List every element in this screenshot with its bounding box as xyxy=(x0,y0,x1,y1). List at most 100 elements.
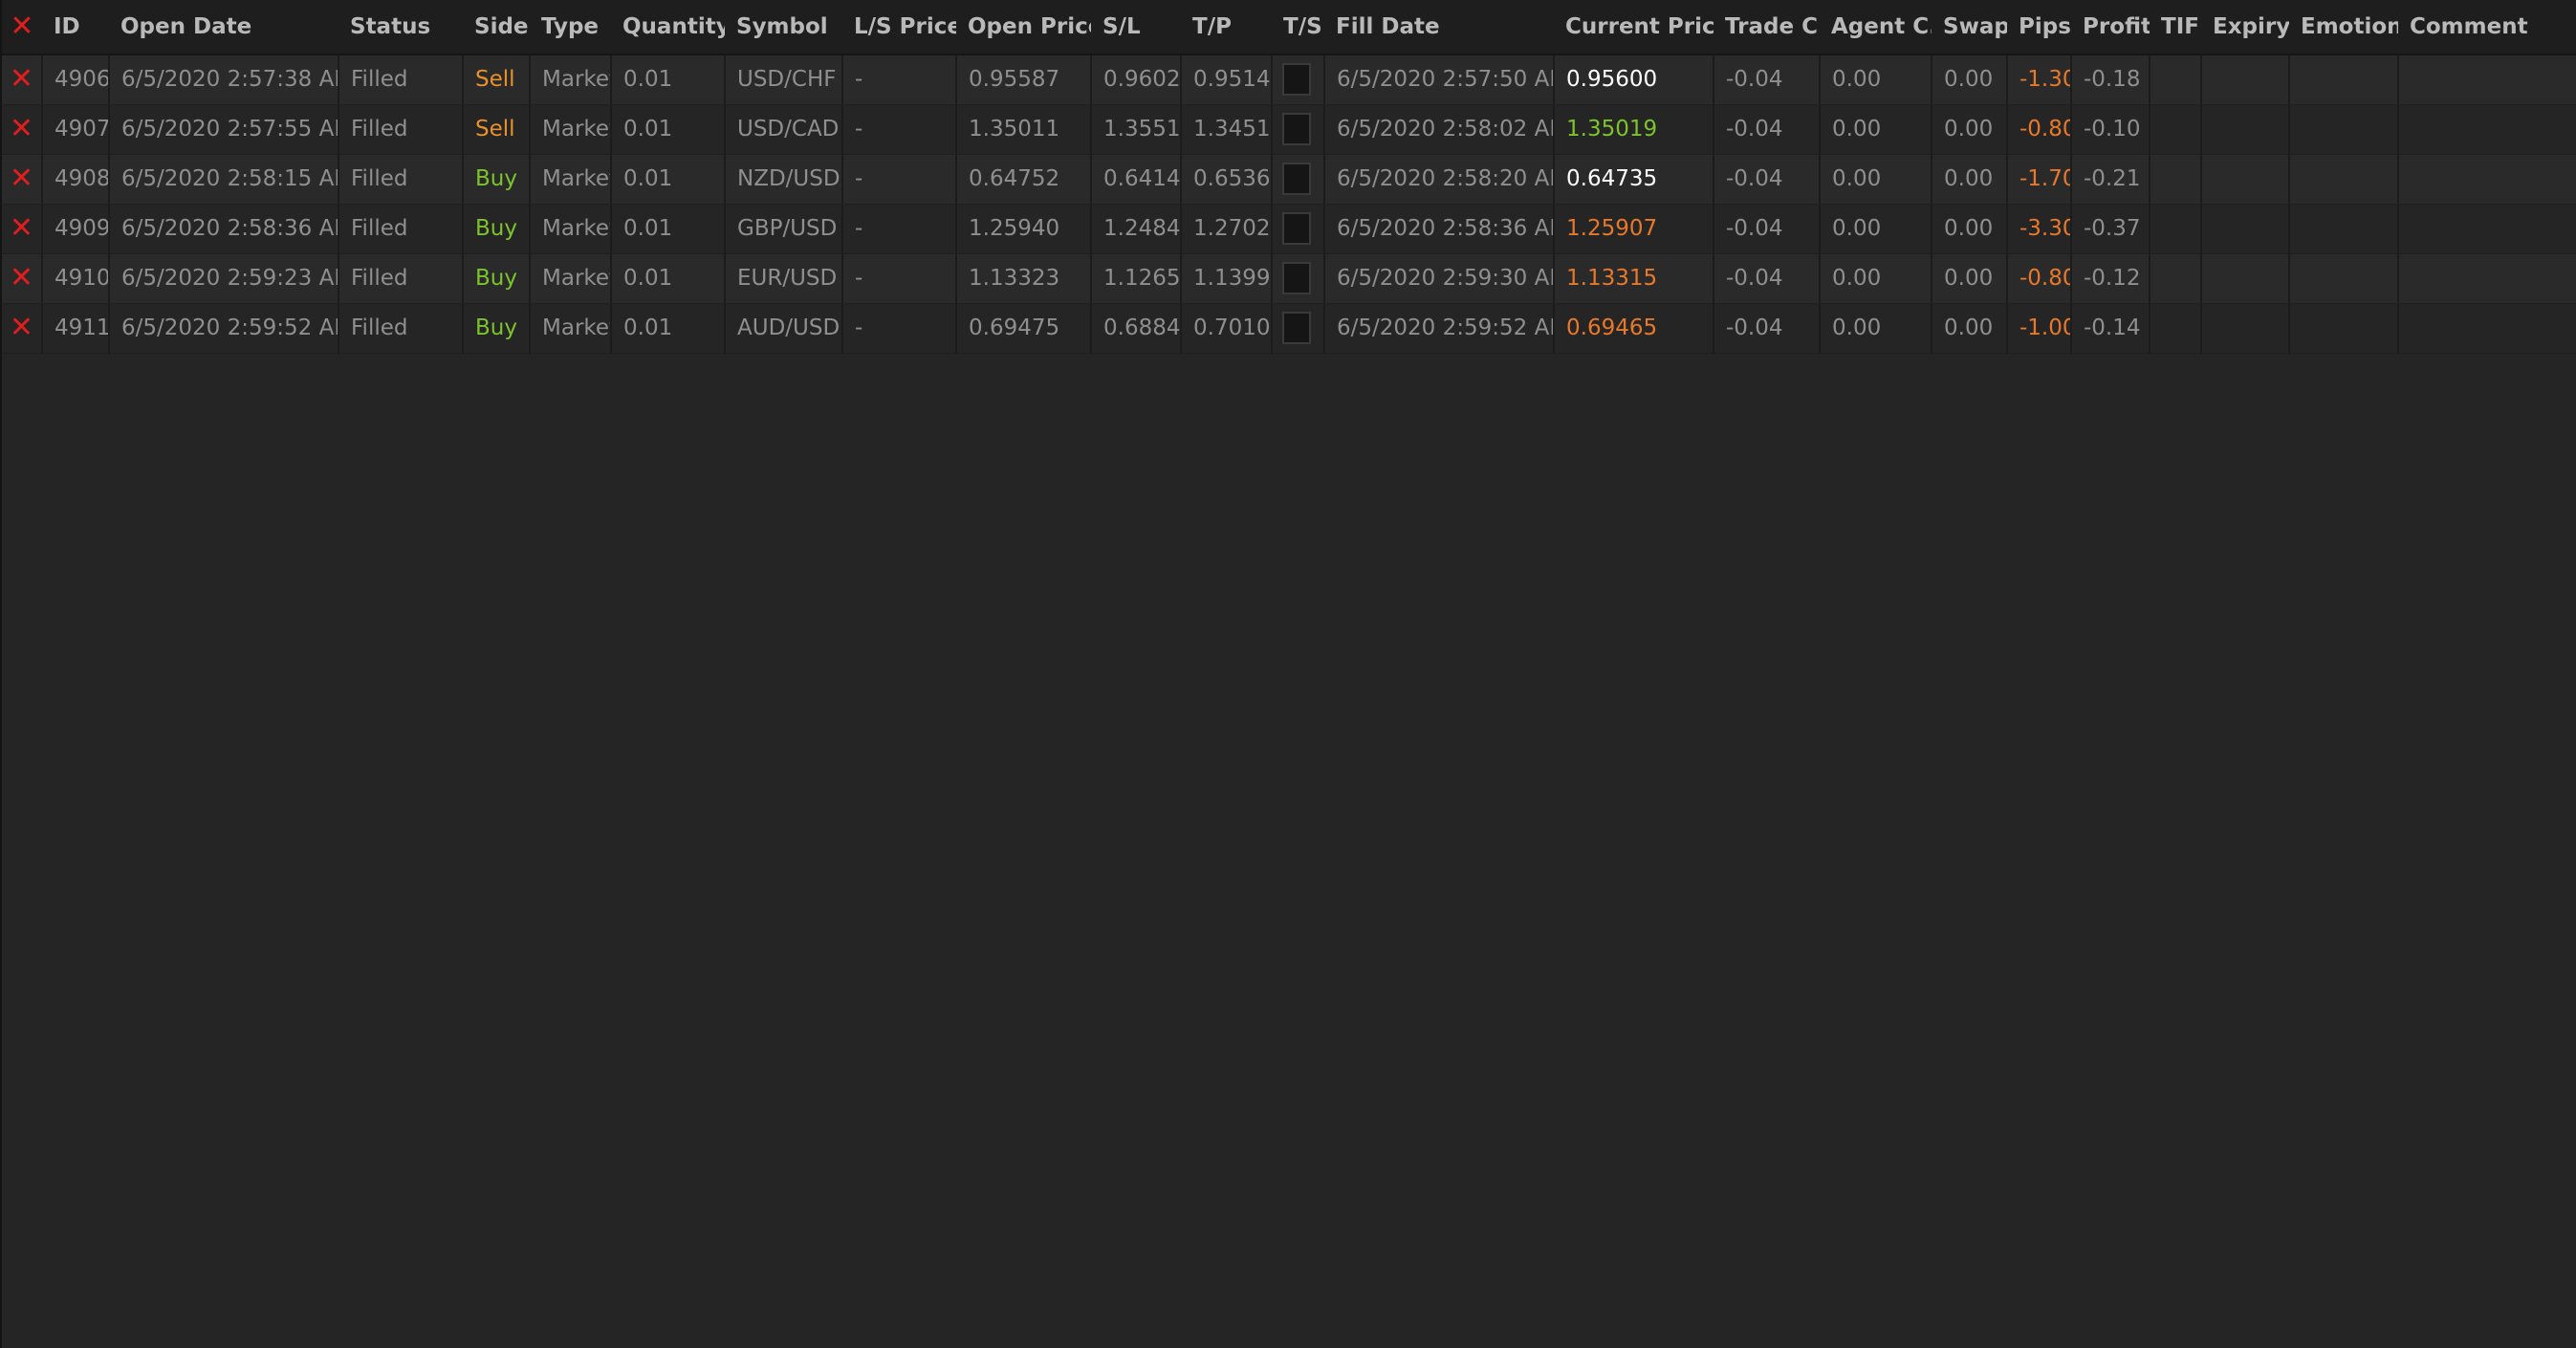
col-header-type[interactable]: Type xyxy=(530,0,611,55)
col-header-expiry[interactable]: Expiry xyxy=(2201,0,2289,55)
order-ls-price: - xyxy=(842,303,957,354)
order-side: Buy xyxy=(463,253,531,304)
order-tif xyxy=(2150,303,2202,354)
close-order-icon[interactable]: ✕ xyxy=(10,65,33,94)
order-trade-commission: -0.04 xyxy=(1714,303,1821,354)
order-ls-price: - xyxy=(842,204,957,254)
close-order-cell[interactable]: ✕ xyxy=(2,204,43,254)
order-open-date: 6/5/2020 2:57:38 AM xyxy=(109,54,339,105)
trailing-stop-checkbox[interactable] xyxy=(1282,163,1311,195)
order-symbol: USD/CAD xyxy=(725,104,843,155)
close-order-icon[interactable]: ✕ xyxy=(10,264,33,293)
order-pips: -3.30 xyxy=(2007,204,2072,254)
close-order-icon[interactable]: ✕ xyxy=(10,164,33,193)
order-expiry xyxy=(2201,253,2290,304)
trailing-stop-checkbox[interactable] xyxy=(1282,113,1311,145)
order-trailing-stop[interactable] xyxy=(1272,154,1325,205)
order-take-profit: 1.27029 xyxy=(1181,204,1273,254)
order-ls-price: - xyxy=(842,154,957,205)
order-status: Filled xyxy=(338,104,464,155)
col-header-current-price[interactable]: Current Price xyxy=(1554,0,1714,55)
col-header-quantity[interactable]: Quantity xyxy=(611,0,725,55)
order-trailing-stop[interactable] xyxy=(1272,54,1325,105)
order-stop-loss: 1.35512 xyxy=(1091,104,1182,155)
order-trade-commission: -0.04 xyxy=(1714,154,1821,205)
order-profit: -0.10 xyxy=(2071,104,2150,155)
order-id: 4911 xyxy=(42,303,110,354)
order-stop-loss: 0.64141 xyxy=(1091,154,1182,205)
close-order-icon[interactable]: ✕ xyxy=(10,115,33,143)
order-trailing-stop[interactable] xyxy=(1272,253,1325,304)
order-agent-commission: 0.00 xyxy=(1820,104,1932,155)
order-tif xyxy=(2150,253,2202,304)
trailing-stop-checkbox[interactable] xyxy=(1282,312,1311,344)
order-trailing-stop[interactable] xyxy=(1272,303,1325,354)
order-fill-date: 6/5/2020 2:58:36 AM xyxy=(1324,204,1555,254)
close-all-header[interactable]: ✕ xyxy=(2,0,42,55)
order-row[interactable]: ✕ 4906 6/5/2020 2:57:38 AM Filled Sell M… xyxy=(2,54,2576,105)
close-order-icon[interactable]: ✕ xyxy=(10,214,33,243)
close-order-cell[interactable]: ✕ xyxy=(2,54,43,105)
trailing-stop-checkbox[interactable] xyxy=(1282,212,1311,245)
col-header-open-date[interactable]: Open Date xyxy=(109,0,338,55)
trailing-stop-checkbox[interactable] xyxy=(1282,262,1311,294)
order-fill-date: 6/5/2020 2:59:30 AM xyxy=(1324,253,1555,304)
order-row[interactable]: ✕ 4907 6/5/2020 2:57:55 AM Filled Sell M… xyxy=(2,104,2576,155)
order-emotion xyxy=(2289,204,2399,254)
col-header-symbol[interactable]: Symbol xyxy=(725,0,842,55)
order-pips: -1.30 xyxy=(2007,54,2072,105)
col-header-sl[interactable]: S/L xyxy=(1091,0,1181,55)
col-header-side[interactable]: Side xyxy=(463,0,530,55)
order-row[interactable]: ✕ 4909 6/5/2020 2:58:36 AM Filled Buy Ma… xyxy=(2,204,2576,254)
col-header-ls-price[interactable]: L/S Price xyxy=(842,0,956,55)
close-order-cell[interactable]: ✕ xyxy=(2,303,43,354)
col-header-status[interactable]: Status xyxy=(338,0,463,55)
col-header-ts[interactable]: T/S xyxy=(1272,0,1324,55)
order-open-price: 1.25940 xyxy=(956,204,1092,254)
close-order-icon[interactable]: ✕ xyxy=(10,314,33,342)
order-open-date: 6/5/2020 2:59:23 AM xyxy=(109,253,339,304)
order-symbol: GBP/USD xyxy=(725,204,843,254)
order-comment xyxy=(2398,154,2576,205)
trailing-stop-checkbox[interactable] xyxy=(1282,63,1311,97)
col-header-trade-commission[interactable]: Trade C. xyxy=(1714,0,1820,55)
order-trailing-stop[interactable] xyxy=(1272,104,1325,155)
col-header-comment[interactable]: Comment xyxy=(2398,0,2576,55)
col-header-agent-commission[interactable]: Agent C. xyxy=(1820,0,1932,55)
close-order-cell[interactable]: ✕ xyxy=(2,104,43,155)
col-header-open-price[interactable]: Open Price xyxy=(956,0,1091,55)
close-order-cell[interactable]: ✕ xyxy=(2,253,43,304)
order-agent-commission: 0.00 xyxy=(1820,253,1932,304)
order-open-date: 6/5/2020 2:57:55 AM xyxy=(109,104,339,155)
order-open-price: 0.64752 xyxy=(956,154,1092,205)
col-header-swap[interactable]: Swap xyxy=(1932,0,2007,55)
col-header-tif[interactable]: TIF xyxy=(2150,0,2201,55)
order-current-price: 1.35019 xyxy=(1554,104,1714,155)
col-header-profit[interactable]: Profit xyxy=(2071,0,2150,55)
close-order-cell[interactable]: ✕ xyxy=(2,154,43,205)
order-profit: -0.18 xyxy=(2071,54,2150,105)
order-row[interactable]: ✕ 4908 6/5/2020 2:58:15 AM Filled Buy Ma… xyxy=(2,154,2576,205)
order-stop-loss: 0.68845 xyxy=(1091,303,1182,354)
order-swap: 0.00 xyxy=(1932,303,2008,354)
col-header-pips[interactable]: Pips xyxy=(2007,0,2071,55)
col-header-emotion[interactable]: Emotion xyxy=(2289,0,2398,55)
order-agent-commission: 0.00 xyxy=(1820,154,1932,205)
col-header-id[interactable]: ID xyxy=(42,0,109,55)
order-id: 4906 xyxy=(42,54,110,105)
col-header-fill-date[interactable]: Fill Date xyxy=(1324,0,1554,55)
order-trailing-stop[interactable] xyxy=(1272,204,1325,254)
order-comment xyxy=(2398,54,2576,105)
order-quantity: 0.01 xyxy=(611,253,726,304)
close-all-icon[interactable]: ✕ xyxy=(10,12,33,41)
order-row[interactable]: ✕ 4911 6/5/2020 2:59:52 AM Filled Buy Ma… xyxy=(2,303,2576,354)
order-swap: 0.00 xyxy=(1932,204,2008,254)
order-id: 4908 xyxy=(42,154,110,205)
order-side: Buy xyxy=(463,154,531,205)
order-symbol: USD/CHF xyxy=(725,54,843,105)
col-header-tp[interactable]: T/P xyxy=(1181,0,1272,55)
order-row[interactable]: ✕ 4910 6/5/2020 2:59:23 AM Filled Buy Ma… xyxy=(2,253,2576,304)
order-open-date: 6/5/2020 2:58:15 AM xyxy=(109,154,339,205)
order-ls-price: - xyxy=(842,104,957,155)
order-stop-loss: 0.96027 xyxy=(1091,54,1182,105)
